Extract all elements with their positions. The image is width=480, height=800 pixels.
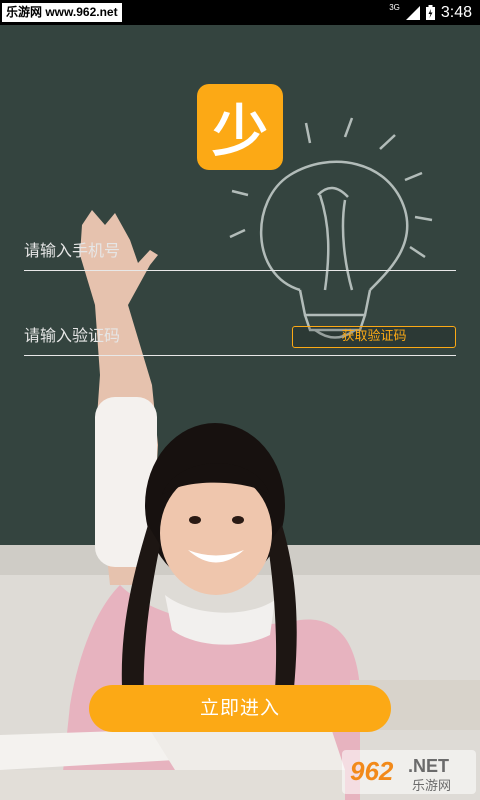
watermark-number: 962 — [350, 756, 394, 786]
book — [0, 725, 345, 800]
verification-code-input[interactable] — [24, 316, 284, 354]
logo-glyph: 少 — [212, 99, 268, 165]
app-logo: 少 — [197, 84, 283, 170]
status-icons: 3G 3:48 — [389, 0, 472, 25]
enter-button[interactable]: 立即进入 — [89, 685, 391, 732]
verification-code-field: 获取验证码 — [24, 316, 456, 356]
site-logo-watermark: 962 .NET 乐游网 — [342, 750, 476, 794]
phone-field — [24, 231, 456, 271]
signal-icon — [405, 5, 420, 20]
network-type: 3G — [389, 3, 400, 12]
battery-icon — [425, 5, 435, 20]
watermark-suffix: .NET — [408, 756, 449, 776]
clock: 3:48 — [440, 3, 472, 21]
phone-input[interactable] — [24, 231, 284, 269]
status-bar: 乐游网 www.962.net 3G 3:48 — [0, 0, 480, 25]
site-watermark: 乐游网 www.962.net — [2, 3, 122, 22]
get-code-button[interactable]: 获取验证码 — [292, 326, 456, 348]
watermark-name: 乐游网 — [412, 779, 451, 794]
